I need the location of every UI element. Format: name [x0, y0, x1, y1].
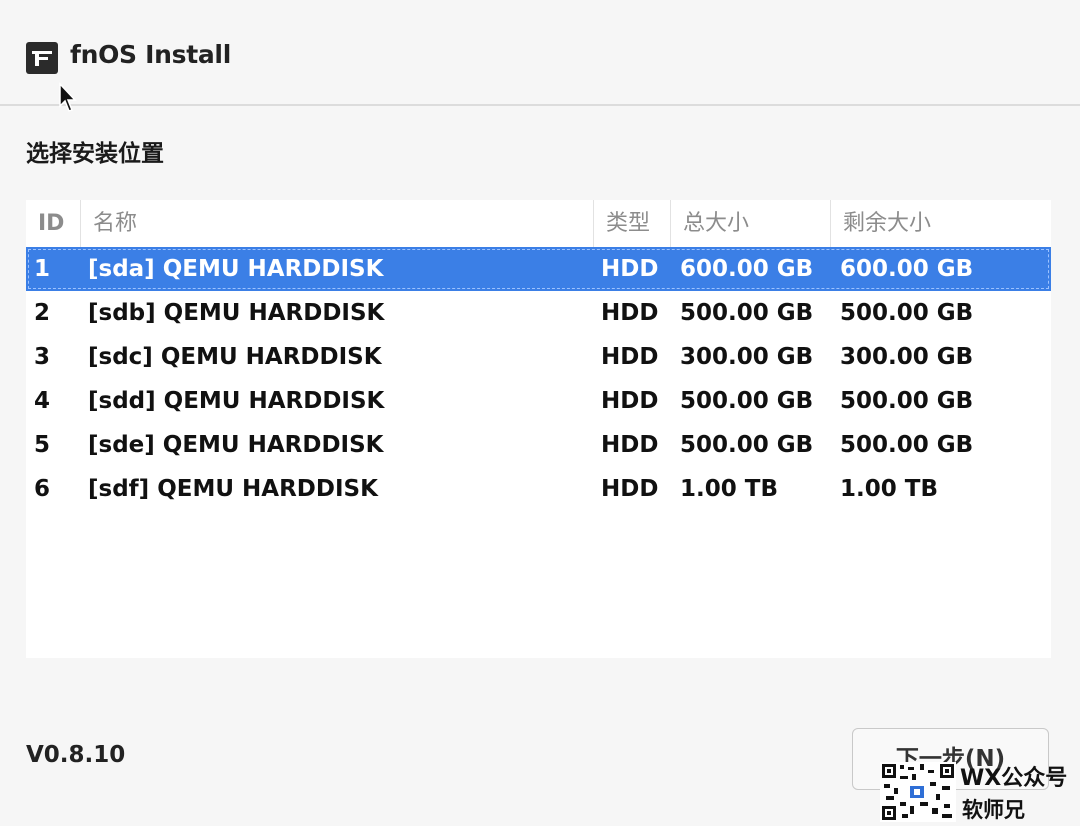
- fnos-logo-icon: [26, 42, 58, 74]
- title-bar: fnOS Install: [0, 0, 1080, 106]
- column-header-total-size[interactable]: 总大小: [671, 200, 831, 247]
- watermark-text-line2: 软师兄: [962, 798, 1025, 822]
- cell-free-size: 500.00 GB: [840, 432, 974, 458]
- cell-id: 4: [34, 388, 51, 414]
- cell-name: [sdc] QEMU HARDDISK: [88, 344, 382, 370]
- cell-name: [sdf] QEMU HARDDISK: [88, 476, 378, 502]
- table-row[interactable]: 5 [sde] QEMU HARDDISK HDD 500.00 GB 500.00 G…: [26, 423, 1051, 467]
- cell-free-size: 500.00 GB: [840, 388, 974, 414]
- watermark: WX公众号 软师兄: [880, 760, 1080, 822]
- window-title: fnOS Install: [70, 40, 231, 69]
- cell-free-size: 1.00 TB: [840, 476, 938, 502]
- cell-name: [sde] QEMU HARDDISK: [88, 432, 384, 458]
- column-header-type[interactable]: 类型: [594, 200, 671, 247]
- cell-type: HDD: [601, 432, 659, 458]
- cell-type: HDD: [601, 476, 659, 502]
- watermark-text-line1: WX公众号: [960, 766, 1068, 791]
- table-row[interactable]: 3 [sdc] QEMU HARDDISK HDD 300.00 GB 300.00 G…: [26, 335, 1051, 379]
- disk-table[interactable]: ID 名称 类型 总大小 剩余大小 1 [sda] QEMU HARDDISK HD…: [26, 200, 1051, 658]
- cell-free-size: 300.00 GB: [840, 344, 974, 370]
- cell-free-size: 600.00 GB: [840, 256, 974, 282]
- table-row[interactable]: 2 [sdb] QEMU HARDDISK HDD 500.00 GB 500.00 G…: [26, 291, 1051, 335]
- cell-total-size: 300.00 GB: [680, 344, 814, 370]
- mouse-pointer-icon: [58, 82, 78, 114]
- table-row[interactable]: 1 [sda] QEMU HARDDISK HDD 600.00 GB 600.00 G…: [26, 247, 1051, 291]
- qr-code-icon: [880, 762, 956, 822]
- cell-type: HDD: [601, 388, 659, 414]
- column-header-name[interactable]: 名称: [81, 200, 594, 247]
- cell-id: 1: [34, 256, 51, 282]
- cell-name: [sdd] QEMU HARDDISK: [88, 388, 385, 414]
- cell-total-size: 500.00 GB: [680, 388, 814, 414]
- cell-id: 2: [34, 300, 51, 326]
- cell-total-size: 600.00 GB: [680, 256, 814, 282]
- installer-window: fnOS Install 选择安装位置 ID 名称 类型 总大小 剩余大小 1 […: [0, 0, 1080, 822]
- cell-id: 5: [34, 432, 51, 458]
- cell-name: [sdb] QEMU HARDDISK: [88, 300, 385, 326]
- cell-type: HDD: [601, 300, 659, 326]
- table-row[interactable]: 4 [sdd] QEMU HARDDISK HDD 500.00 GB 500.00 G…: [26, 379, 1051, 423]
- cell-type: HDD: [601, 344, 659, 370]
- cell-id: 6: [34, 476, 51, 502]
- cell-total-size: 500.00 GB: [680, 432, 814, 458]
- column-header-free-size[interactable]: 剩余大小: [831, 200, 1051, 247]
- cell-free-size: 500.00 GB: [840, 300, 974, 326]
- version-label: V0.8.10: [26, 742, 126, 768]
- table-row[interactable]: 6 [sdf] QEMU HARDDISK HDD 1.00 TB 1.00 TB: [26, 467, 1051, 511]
- cell-type: HDD: [601, 256, 659, 282]
- cell-total-size: 500.00 GB: [680, 300, 814, 326]
- section-title: 选择安装位置: [26, 141, 164, 167]
- column-header-id[interactable]: ID: [26, 200, 81, 247]
- cell-name: [sda] QEMU HARDDISK: [88, 256, 384, 282]
- table-header: ID 名称 类型 总大小 剩余大小: [26, 200, 1051, 247]
- cell-total-size: 1.00 TB: [680, 476, 778, 502]
- cell-id: 3: [34, 344, 51, 370]
